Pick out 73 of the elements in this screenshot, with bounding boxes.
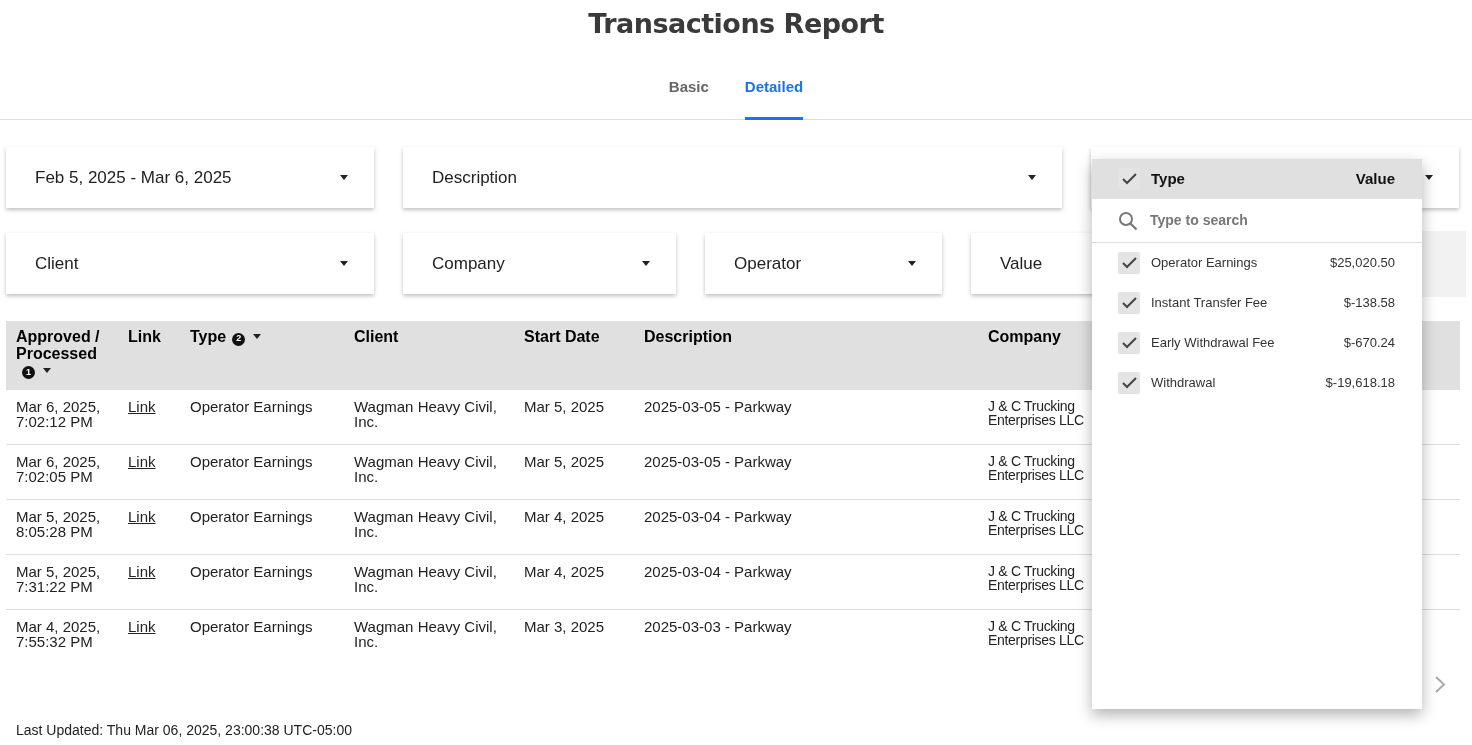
checkbox[interactable]	[1118, 372, 1140, 394]
table-cell: Wagman Heavy Civil, Inc.	[344, 499, 514, 555]
sort-order-badge: 1	[22, 366, 35, 380]
link[interactable]: Link	[128, 397, 156, 415]
caret-icon	[642, 261, 650, 267]
table-cell: Mar 4, 2025, 7:55:32 PM	[6, 609, 118, 664]
table-cell: Operator Earnings	[180, 444, 344, 500]
caret-icon	[1028, 175, 1036, 181]
table-cell: 2025-03-04 - Parkway	[634, 499, 978, 555]
table-cell: Mar 5, 2025, 8:05:28 PM	[6, 499, 118, 555]
option-value: $-138.58	[1343, 294, 1395, 313]
table-cell: Mar 5, 2025	[514, 389, 634, 445]
last-updated-text: Last Updated: Thu Mar 06, 2025, 23:00:38 UTC-05:00	[16, 721, 352, 740]
column-header[interactable]: Type 2	[180, 321, 344, 390]
option-label[interactable]: Early Withdrawal Fee	[1151, 333, 1344, 353]
table-cell: 2025-03-05 - Parkway	[634, 444, 978, 500]
tab[interactable]: Basic	[668, 62, 709, 121]
select-field[interactable]: Company	[403, 233, 676, 295]
table-cell: Mar 3, 2025	[514, 609, 634, 664]
select-field[interactable]: Feb 5, 2025 - Mar 6, 2025	[6, 147, 374, 209]
select-field[interactable]: Description	[403, 147, 1062, 209]
table-cell: Mar 4, 2025	[514, 499, 634, 555]
table-cell: 2025-03-05 - Parkway	[634, 389, 978, 445]
table-cell-text: J & C Trucking Enterprises LLC	[988, 508, 1085, 537]
table-cell: Operator Earnings	[180, 554, 344, 610]
table-cell: 2025-03-03 - Parkway	[634, 609, 978, 664]
link[interactable]: Link	[128, 617, 156, 635]
page-title: Transactions Report	[587, 8, 885, 41]
table-cell: Operator Earnings	[180, 389, 344, 445]
select-field[interactable]: Client	[6, 233, 374, 295]
link[interactable]: Link	[128, 507, 156, 525]
table-cell-text: J & C Trucking Enterprises LLC	[988, 563, 1085, 592]
option-label[interactable]: Instant Transfer Fee	[1151, 293, 1344, 313]
table-cell-text: J & C Trucking Enterprises LLC	[988, 453, 1085, 482]
column-header: Start Date	[514, 321, 634, 390]
table-cell-text: J & C Trucking Enterprises LLC	[988, 618, 1085, 647]
table-cell: Wagman Heavy Civil, Inc.	[344, 554, 514, 610]
column-header: Link	[118, 321, 180, 390]
option-value: $-19,618.18	[1325, 374, 1395, 393]
search-icon	[1118, 210, 1138, 231]
option-value: $-670.24	[1343, 334, 1395, 353]
link[interactable]: Link	[128, 452, 156, 470]
column-header: Client	[344, 321, 514, 390]
table-cell: Mar 6, 2025, 7:02:12 PM	[6, 389, 118, 445]
option-value: $25,020.50	[1329, 254, 1395, 273]
tab[interactable]: Detailed	[744, 62, 804, 121]
caret-icon	[1425, 175, 1433, 181]
select-field[interactable]: Operator	[705, 233, 942, 295]
checkbox[interactable]	[1118, 168, 1140, 190]
table-cell: Mar 5, 2025, 7:31:22 PM	[6, 554, 118, 610]
column-label: Type	[1151, 168, 1186, 189]
table-cell: Wagman Heavy Civil, Inc.	[344, 444, 514, 500]
caret-icon	[340, 261, 348, 267]
column-label: Value	[1355, 168, 1395, 189]
table-cell-text: J & C Trucking Enterprises LLC	[988, 398, 1085, 427]
column-header: Description	[634, 321, 978, 390]
table-cell: Mar 6, 2025, 7:02:05 PM	[6, 444, 118, 500]
link[interactable]: Link	[128, 562, 156, 580]
table-cell: Operator Earnings	[180, 499, 344, 555]
checkbox[interactable]	[1118, 292, 1140, 314]
table-cell: Mar 4, 2025	[514, 554, 634, 610]
column-header[interactable]: Approved / Processed 1	[6, 321, 118, 390]
table-cell: Wagman Heavy Civil, Inc.	[344, 609, 514, 664]
table-cell: Operator Earnings	[180, 609, 344, 664]
table-cell: 2025-03-04 - Parkway	[634, 554, 978, 610]
caret-icon	[908, 261, 916, 267]
option-label[interactable]: Withdrawal	[1151, 373, 1326, 393]
checkbox[interactable]	[1118, 252, 1140, 274]
table-cell: Mar 5, 2025	[514, 444, 634, 500]
caret-icon	[340, 175, 348, 181]
checkbox[interactable]	[1118, 332, 1140, 354]
sort-order-badge: 2	[232, 332, 246, 346]
table-cell: Wagman Heavy Civil, Inc.	[344, 389, 514, 445]
